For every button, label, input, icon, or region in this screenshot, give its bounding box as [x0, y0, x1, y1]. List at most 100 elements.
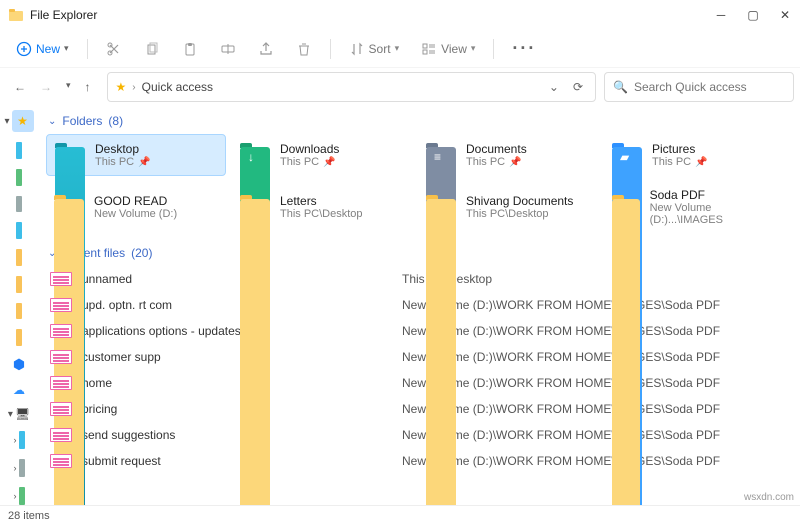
- file-icon: [50, 428, 72, 442]
- sidebar-item[interactable]: [16, 329, 22, 346]
- forward-button[interactable]: →: [40, 80, 52, 94]
- search-box[interactable]: 🔍: [604, 72, 794, 102]
- chevron-down-icon: ⌄: [48, 116, 56, 127]
- window-title: File Explorer: [30, 8, 714, 22]
- folder-location: New Volume (D:)...\IMAGES: [650, 202, 778, 226]
- folder-icon: [424, 193, 458, 221]
- recent-file-row[interactable]: unnamed This PC\Desktop: [46, 266, 784, 292]
- recent-file-row[interactable]: send suggestions New Volume (D:)\WORK FR…: [46, 422, 784, 448]
- recent-file-row[interactable]: customer supp New Volume (D:)\WORK FROM …: [46, 344, 784, 370]
- folder-app-icon: [8, 7, 24, 23]
- scissors-icon: [106, 41, 122, 57]
- sidebar-dropbox[interactable]: ⬢: [13, 356, 25, 373]
- address-bar[interactable]: ★ › Quick access ⌄ ⟳: [107, 72, 596, 102]
- sidebar-item[interactable]: [16, 249, 22, 266]
- folder-icon: ↓: [238, 141, 272, 169]
- chevron-right-icon: ›: [132, 82, 135, 93]
- minimize-button[interactable]: ─: [714, 8, 728, 22]
- title-bar: File Explorer ─ ▢ ✕: [0, 0, 800, 30]
- folder-tile[interactable]: ≡ Documents This PC📌: [418, 134, 598, 176]
- folder-icon: [238, 193, 272, 221]
- folder-tile[interactable]: ↓ Downloads This PC📌: [232, 134, 412, 176]
- search-input[interactable]: [634, 80, 785, 94]
- file-icon: [50, 376, 72, 390]
- copy-button[interactable]: [138, 37, 166, 61]
- command-bar: New ▾ Sort▾ View▾ ···: [0, 30, 800, 68]
- sidebar-item[interactable]: [16, 222, 22, 239]
- folder-icon: ≡: [424, 141, 458, 169]
- maximize-button[interactable]: ▢: [746, 8, 760, 22]
- pin-icon: 📌: [138, 157, 150, 168]
- folder-location: This PC📌: [652, 156, 708, 168]
- refresh-button[interactable]: ⟳: [569, 80, 587, 94]
- paste-button[interactable]: [176, 37, 204, 61]
- recent-file-row[interactable]: home New Volume (D:)\WORK FROM HOME\IMAG…: [46, 370, 784, 396]
- sidebar-item[interactable]: [16, 142, 22, 159]
- folder-location: This PC📌: [466, 156, 527, 168]
- folder-location: This PC\Desktop: [466, 208, 573, 220]
- nav-pane: ▾★ ⬢ ☁ ▾🖥 › › ›: [0, 106, 38, 505]
- view-button[interactable]: View▾: [415, 37, 481, 61]
- recent-dropdown[interactable]: ▾: [66, 80, 71, 94]
- sort-button[interactable]: Sort▾: [343, 37, 406, 61]
- more-button[interactable]: ···: [506, 34, 542, 63]
- chevron-down-icon[interactable]: ▾: [4, 116, 9, 127]
- sidebar-item[interactable]: [19, 487, 25, 505]
- folders-section-header[interactable]: ⌄ Folders (8): [38, 110, 790, 134]
- folder-location: New Volume (D:): [94, 208, 177, 220]
- star-icon: ★: [116, 80, 127, 94]
- sidebar-thispc[interactable]: 🖥: [15, 407, 30, 421]
- share-button[interactable]: [252, 37, 280, 61]
- folder-name: Letters: [280, 194, 363, 208]
- chevron-down-icon: ▾: [64, 43, 69, 54]
- folder-name: Soda PDF: [650, 188, 778, 202]
- folder-tile[interactable]: Desktop This PC📌: [46, 134, 226, 176]
- paste-icon: [182, 41, 198, 57]
- sidebar-onedrive[interactable]: ☁: [13, 383, 25, 397]
- file-icon: [50, 298, 72, 312]
- folder-name: Shivang Documents: [466, 194, 573, 208]
- file-icon: [50, 324, 72, 338]
- copy-icon: [144, 41, 160, 57]
- file-icon: [50, 350, 72, 364]
- folder-name: GOOD READ: [94, 194, 177, 208]
- close-button[interactable]: ✕: [778, 8, 792, 22]
- folder-location: This PC📌: [95, 156, 151, 168]
- breadcrumb[interactable]: Quick access: [142, 80, 213, 94]
- sidebar-item[interactable]: [16, 169, 22, 186]
- recent-file-row[interactable]: upd. optn. rt com New Volume (D:)\WORK F…: [46, 292, 784, 318]
- rename-icon: [220, 41, 236, 57]
- trash-icon: [296, 41, 312, 57]
- folder-icon: [52, 193, 86, 221]
- rename-button[interactable]: [214, 37, 242, 61]
- sidebar-quick-access[interactable]: ★: [12, 110, 34, 132]
- sidebar-item[interactable]: [16, 303, 22, 320]
- content-pane: ⌄ Folders (8) Desktop This PC📌↓ Download…: [38, 106, 800, 505]
- folder-name: Pictures: [652, 142, 708, 156]
- address-dropdown[interactable]: ⌄: [545, 80, 563, 94]
- new-button[interactable]: New ▾: [10, 37, 75, 61]
- cut-button[interactable]: [100, 37, 128, 61]
- folder-tile[interactable]: ▰ Pictures This PC📌: [604, 134, 784, 176]
- recent-file-row[interactable]: applications options - updates New Volum…: [46, 318, 784, 344]
- recent-file-row[interactable]: pricing New Volume (D:)\WORK FROM HOME\I…: [46, 396, 784, 422]
- recent-section-header[interactable]: ⌄ Recent files (20): [38, 242, 790, 266]
- nav-row: ← → ▾ ↑ ★ › Quick access ⌄ ⟳ 🔍: [0, 68, 800, 106]
- sidebar-item[interactable]: [16, 276, 22, 293]
- sidebar-item[interactable]: [19, 431, 25, 449]
- sort-icon: [349, 41, 365, 57]
- sidebar-item[interactable]: [19, 459, 25, 477]
- pin-icon: 📌: [323, 157, 335, 168]
- folder-icon: ▰: [610, 141, 644, 169]
- folder-name: Documents: [466, 142, 527, 156]
- folder-icon: [610, 193, 642, 221]
- folder-name: Desktop: [95, 142, 151, 156]
- up-button[interactable]: ↑: [85, 80, 91, 94]
- status-bar: 28 items: [0, 505, 800, 525]
- sidebar-item[interactable]: [16, 196, 22, 213]
- recent-file-row[interactable]: submit request New Volume (D:)\WORK FROM…: [46, 448, 784, 474]
- back-button[interactable]: ←: [14, 80, 26, 94]
- pin-icon: 📌: [509, 157, 521, 168]
- file-icon: [50, 272, 72, 286]
- delete-button[interactable]: [290, 37, 318, 61]
